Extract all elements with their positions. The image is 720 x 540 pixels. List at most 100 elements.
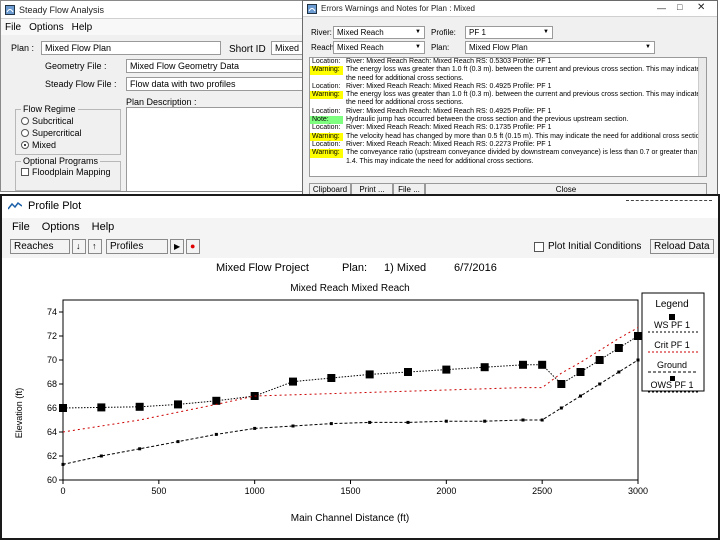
menu-file[interactable]: File [12,221,30,233]
profile-value: PF 1 [469,28,486,37]
plan-description-box[interactable] [126,107,303,191]
ground-point [636,358,640,362]
chevron-down-icon[interactable]: ▼ [413,43,423,52]
profiles-button[interactable]: Profiles [106,239,168,254]
radio-mixed-dot[interactable] [21,141,29,149]
radio-supercritical-dot[interactable] [21,129,29,137]
messages-scrollbar[interactable] [698,58,706,176]
errors-titlebar[interactable]: Errors Warnings and Notes for Plan : Mix… [303,1,717,17]
window-controls[interactable] [626,200,712,203]
y-tick-label: 68 [47,379,57,389]
chevron-down-icon[interactable]: ▼ [413,28,423,37]
short-id-label: Short ID [229,44,266,55]
message-line: Location: River: Mixed Reach Reach: Mixed… [310,141,706,149]
ws-point [327,374,336,382]
chevron-down-icon[interactable]: ▼ [541,28,551,37]
reaches-button[interactable]: Reaches [10,239,70,254]
radio-mixed-label: Mixed [32,140,57,150]
move-down-button[interactable]: ↓ [72,239,86,254]
plan-field[interactable]: Mixed Flow Plan [41,41,221,55]
x-tick-label: 0 [60,486,65,496]
message-line: Warning: The energy loss was greater than… [310,91,706,100]
ground-line [62,359,639,465]
message-text: the need for additional cross sections. [346,99,464,107]
message-text: Hydraulic jump has occurred between the … [346,116,629,124]
geometry-file-field: Mixed Flow Geometry Data [126,59,303,73]
errors-plan-value: Mixed Flow Plan [469,43,528,52]
steady-flow-window: Steady Flow Analysis File Options Help P… [0,0,304,192]
plot-initial-checkbox-box[interactable] [534,241,544,252]
maximize-icon[interactable]: □ [677,2,682,12]
plot-frame [62,299,639,481]
ground-point [483,419,487,423]
plot-initial-label: Plot Initial Conditions [548,241,642,252]
ws-point [442,365,451,374]
record-button[interactable]: ● [186,239,200,254]
profile-plot-titlebar[interactable]: Profile Plot [2,196,718,216]
x-axis-label: Main Channel Distance (ft) [291,513,409,524]
message-tag: Warning: [310,91,343,100]
legend-entry-marker [669,314,675,320]
ground-point [598,382,602,386]
menu-options[interactable]: Options [29,22,63,33]
message-text: River: Mixed Reach Reach: Mixed Reach RS… [346,58,552,65]
steady-flow-titlebar[interactable]: Steady Flow Analysis [1,1,303,19]
radio-mixed[interactable]: Mixed [21,140,56,150]
minimize-icon[interactable]: — [657,3,666,13]
profile-plot-title: Profile Plot [28,200,82,212]
ws-point [595,356,604,364]
message-tag: Location: [312,82,341,90]
ws-line [62,335,639,409]
reload-data-button[interactable]: Reload Data [650,239,714,254]
ws-point [59,404,67,412]
short-id-field[interactable]: Mixed [271,41,303,55]
floodplain-checkbox-box[interactable] [21,168,29,176]
radio-supercritical-label: Supercritical [32,128,82,138]
reach-value: Mixed Reach [337,43,384,52]
ground-point [368,420,372,424]
menu-options[interactable]: Options [42,221,80,233]
radio-subcritical-dot[interactable] [21,117,29,125]
legend-entry-label: WS PF 1 [654,320,690,330]
message-text: River: Mixed Reach Reach: Mixed Reach RS… [346,124,552,132]
chart-title-project: Mixed Flow Project [216,262,309,274]
ws-point [519,360,527,369]
steady-flow-file-label: Steady Flow File : [45,79,117,89]
message-text: 1.4. This may indicate the need for addi… [346,157,534,165]
ground-point [559,406,563,410]
floodplain-checkbox[interactable]: Floodplain Mapping [21,167,111,177]
play-icon: ▶ [174,242,181,251]
ground-point [61,462,65,466]
ground-point [291,424,295,428]
record-icon: ● [190,241,196,251]
message-tag: Location: [312,140,341,148]
ws-point [289,377,297,386]
menu-help[interactable]: Help [92,221,115,233]
ground-point [521,418,525,422]
ws-point [174,400,182,409]
menu-help[interactable]: Help [72,22,93,33]
profile-combo[interactable]: PF 1 ▼ [465,26,553,39]
y-tick-label: 70 [47,355,57,365]
message-line: Location: River: Mixed Reach Reach: Mixed… [310,108,706,116]
menu-file[interactable]: File [5,22,21,33]
radio-supercritical[interactable]: Supercritical [21,128,82,138]
play-button[interactable]: ▶ [170,239,184,254]
message-text: the need for additional cross sections. [346,74,464,82]
chevron-down-icon[interactable]: ▼ [643,43,653,52]
move-up-button[interactable]: ↑ [88,239,102,254]
plot-initial-checkbox[interactable]: Plot Initial Conditions [534,241,641,252]
ws-point [634,332,642,340]
legend-entry-label: OWS PF 1 [650,380,693,390]
river-combo[interactable]: Mixed Reach ▼ [333,26,425,39]
errors-plan-combo[interactable]: Mixed Flow Plan ▼ [465,41,655,54]
reach-combo[interactable]: Mixed Reach ▼ [333,41,425,54]
profile-chart[interactable]: Mixed Flow Project Plan: 1) Mixed 6/7/20… [8,258,718,538]
message-tag: Warning: [310,66,343,75]
close-icon[interactable]: ✕ [697,2,705,13]
message-text: The energy loss was greater than 1.0 ft … [346,91,701,99]
profile-chart-svg: Mixed Flow Project Plan: 1) Mixed 6/7/20… [14,262,705,524]
radio-subcritical-label: Subcritical [32,116,74,126]
messages-list[interactable]: Location: River: Mixed Reach Reach: Mixed… [309,57,707,177]
radio-subcritical[interactable]: Subcritical [21,116,74,126]
